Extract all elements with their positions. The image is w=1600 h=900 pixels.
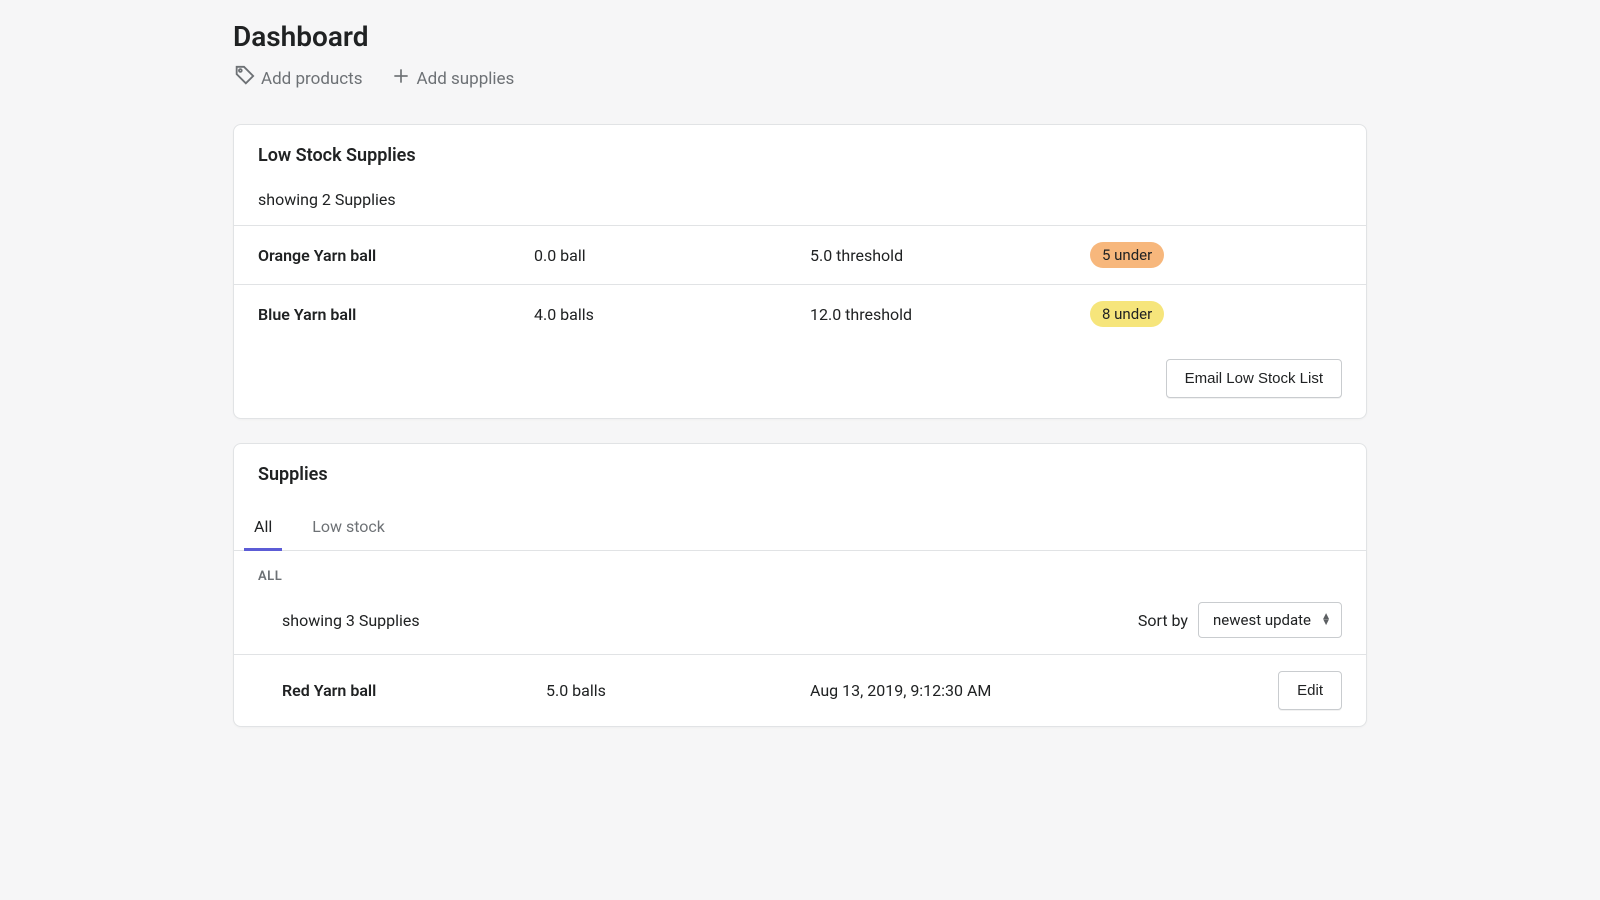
page-actions: Add products Add supplies xyxy=(233,65,1367,92)
sort-select[interactable]: newest update ▲▼ xyxy=(1198,602,1342,638)
supply-name: Red Yarn ball xyxy=(282,681,546,700)
tab-all[interactable]: All xyxy=(234,505,292,550)
low-stock-card: Low Stock Supplies showing 2 Supplies Or… xyxy=(233,124,1367,419)
edit-button[interactable]: Edit xyxy=(1278,671,1342,710)
email-low-stock-button[interactable]: Email Low Stock List xyxy=(1166,359,1342,398)
tab-low-stock[interactable]: Low stock xyxy=(292,505,405,550)
low-stock-title: Low Stock Supplies xyxy=(258,145,1342,166)
supply-date: Aug 13, 2019, 9:12:30 AM xyxy=(810,681,1262,700)
supplies-section-label: ALL xyxy=(234,551,1366,584)
under-badge: 8 under xyxy=(1090,301,1164,327)
under-badge: 5 under xyxy=(1090,242,1164,268)
add-supplies-link[interactable]: Add supplies xyxy=(391,65,515,92)
plus-icon xyxy=(391,66,411,91)
supplies-title: Supplies xyxy=(258,464,1342,485)
supply-name: Orange Yarn ball xyxy=(258,246,534,265)
supply-threshold: 12.0 threshold xyxy=(810,305,1090,324)
tag-icon xyxy=(233,65,255,92)
low-stock-row: Orange Yarn ball 0.0 ball 5.0 threshold … xyxy=(234,225,1366,284)
supply-qty: 4.0 balls xyxy=(534,305,810,324)
sort-by-label: Sort by xyxy=(1138,611,1188,630)
supplies-showing: showing 3 Supplies xyxy=(258,611,420,630)
supplies-tabs: All Low stock xyxy=(234,485,1366,551)
add-products-label: Add products xyxy=(261,69,363,89)
supply-qty: 0.0 ball xyxy=(534,246,810,265)
supply-qty: 5.0 balls xyxy=(546,681,810,700)
page-title: Dashboard xyxy=(233,20,1367,53)
supply-threshold: 5.0 threshold xyxy=(810,246,1090,265)
select-caret-icon: ▲▼ xyxy=(1321,614,1331,626)
add-products-link[interactable]: Add products xyxy=(233,65,363,92)
supply-name: Blue Yarn ball xyxy=(258,305,534,324)
supplies-row: Red Yarn ball 5.0 balls Aug 13, 2019, 9:… xyxy=(234,654,1366,726)
sort-value: newest update xyxy=(1213,611,1311,629)
low-stock-row: Blue Yarn ball 4.0 balls 12.0 threshold … xyxy=(234,284,1366,343)
low-stock-showing: showing 2 Supplies xyxy=(234,166,1366,225)
add-supplies-label: Add supplies xyxy=(417,69,515,89)
supplies-card: Supplies All Low stock ALL showing 3 Sup… xyxy=(233,443,1367,727)
